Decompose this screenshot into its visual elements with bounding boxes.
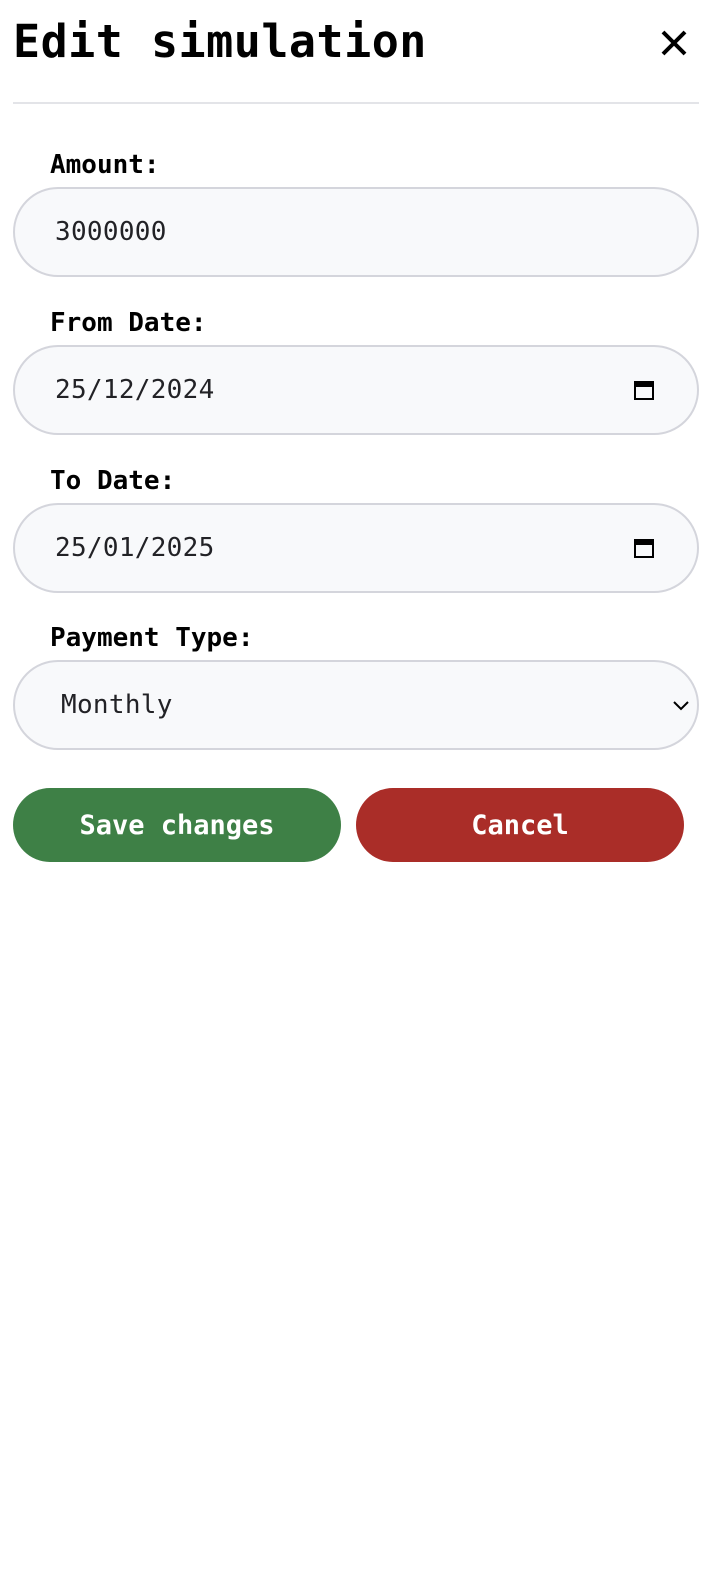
chevron-down-icon xyxy=(673,701,689,711)
payment-type-label: Payment Type: xyxy=(50,623,254,653)
dialog-header: Edit simulation xyxy=(13,0,699,104)
dialog-title: Edit simulation xyxy=(13,15,427,68)
amount-value: 3000000 xyxy=(55,217,167,247)
close-button[interactable] xyxy=(655,24,693,62)
calendar-icon[interactable] xyxy=(633,379,655,401)
from-date-label: From Date: xyxy=(50,308,207,338)
amount-label: Amount: xyxy=(50,150,160,180)
amount-input[interactable]: 3000000 xyxy=(13,187,699,277)
to-date-label: To Date: xyxy=(50,466,176,496)
from-date-value: 25/12/2024 xyxy=(55,375,215,405)
calendar-icon[interactable] xyxy=(633,537,655,559)
to-date-value: 25/01/2025 xyxy=(55,533,215,563)
cancel-button[interactable]: Cancel xyxy=(356,788,684,862)
from-date-input[interactable]: 25/12/2024 xyxy=(13,345,699,435)
close-icon xyxy=(661,30,687,56)
edit-simulation-dialog: Edit simulation Amount: 3000000 From Dat… xyxy=(0,0,724,1588)
payment-type-select[interactable]: Monthly xyxy=(13,660,699,750)
save-changes-button[interactable]: Save changes xyxy=(13,788,341,862)
to-date-input[interactable]: 25/01/2025 xyxy=(13,503,699,593)
payment-type-value: Monthly xyxy=(61,690,173,720)
